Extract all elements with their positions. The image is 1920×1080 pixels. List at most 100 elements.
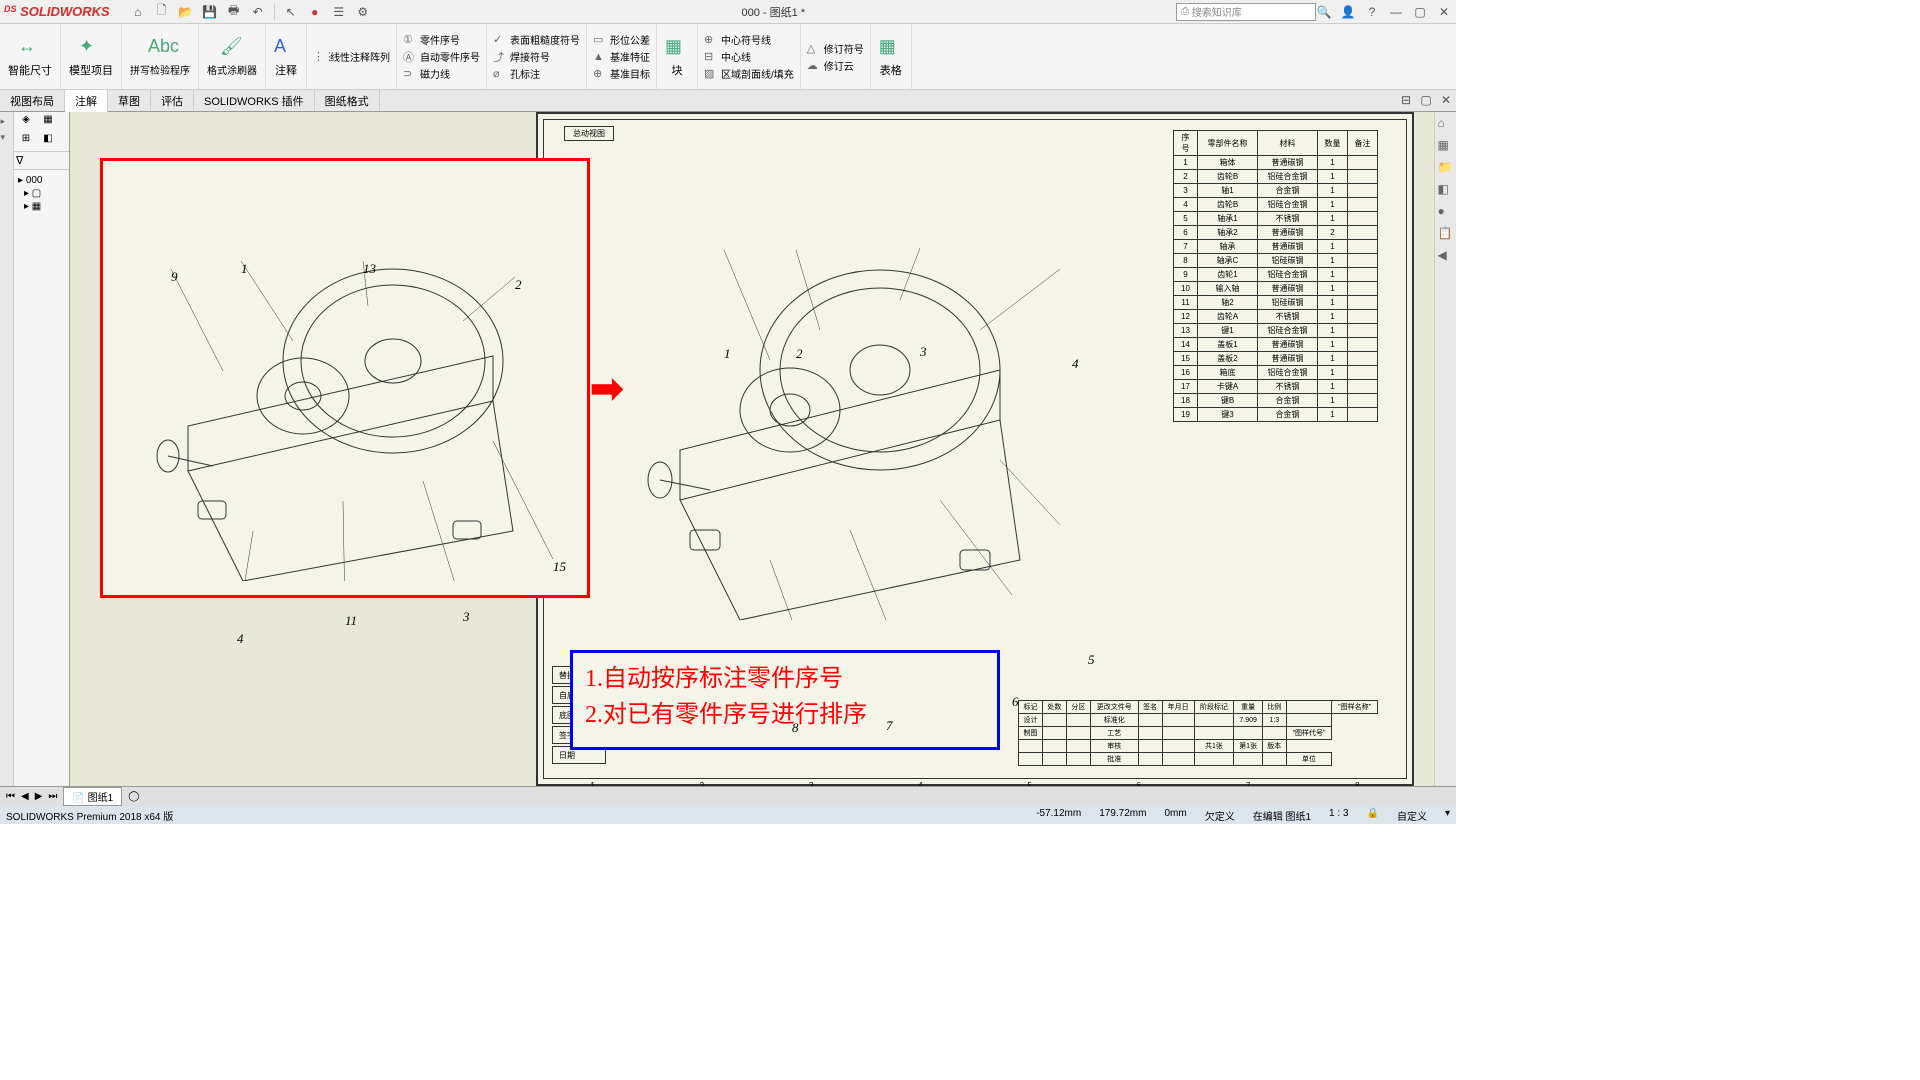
balloon[interactable]: 3	[463, 609, 470, 625]
forum-icon[interactable]: ◀	[1438, 248, 1454, 264]
next-sheet-icon[interactable]: ▶	[33, 791, 45, 802]
balloon[interactable]: 2	[515, 277, 522, 293]
format-painter-button[interactable]: 🖌格式涂刷器	[199, 24, 266, 89]
balloon[interactable]: 7	[886, 718, 893, 734]
tables-button[interactable]: ▦表格	[871, 24, 912, 89]
options-icon[interactable]: ☰	[331, 4, 347, 20]
expand-icon[interactable]: ⊟	[1398, 92, 1414, 108]
resources-icon[interactable]: ⌂	[1438, 116, 1454, 132]
restore-icon[interactable]: ▢	[1418, 92, 1434, 108]
fm-tab-2[interactable]: ▦	[38, 114, 58, 130]
fm-tab-3[interactable]: ⊞	[16, 133, 36, 149]
fm-tab-4[interactable]: ◧	[38, 133, 58, 149]
settings-icon[interactable]: ⚙	[355, 4, 371, 20]
drawing-view-left[interactable]	[133, 221, 563, 581]
balloon[interactable]: 4	[237, 631, 244, 647]
linear-pattern-button[interactable]: ⋮⋮线性注释阵列	[313, 49, 390, 64]
user-icon[interactable]: 👤	[1340, 4, 1356, 20]
palette-icon[interactable]: ◧	[1438, 182, 1454, 198]
filter-icon[interactable]: ▾	[1, 132, 13, 144]
title-block[interactable]: 标记处数分区更改文件号签名年月日阶段标记重量比例"图样名称"设计标准化7.909…	[1018, 700, 1378, 766]
revision-symbol-button[interactable]: △修订符号	[807, 41, 864, 56]
fm-tab-1[interactable]: ◈	[16, 114, 36, 130]
status-custom[interactable]: 自定义	[1397, 808, 1427, 823]
tab-annotation[interactable]: 注解	[65, 90, 108, 112]
note-button[interactable]: A注释	[266, 24, 307, 89]
prev-sheet-icon[interactable]: ◀	[19, 791, 31, 802]
balloon[interactable]: 8	[792, 720, 799, 736]
spell-check-button[interactable]: Abc拼写检验程序	[122, 24, 199, 89]
first-sheet-icon[interactable]: ⏮	[4, 791, 17, 802]
balloon[interactable]: 3	[920, 344, 927, 360]
tab-sketch[interactable]: 草图	[108, 90, 151, 111]
center-mark-button[interactable]: ⊕中心符号线	[704, 32, 794, 47]
status-lock-icon[interactable]: 🔒	[1367, 808, 1379, 823]
close-icon[interactable]: ✕	[1436, 4, 1452, 20]
status-bar: SOLIDWORKS Premium 2018 x64 版 -57.12mm 1…	[0, 806, 1456, 824]
search-input[interactable]: ⎙ 搜索知识库	[1176, 3, 1316, 21]
filter-icon[interactable]: ∇	[16, 155, 23, 167]
balloon[interactable]: 13	[363, 261, 376, 277]
home-icon[interactable]: ⌂	[130, 4, 146, 20]
tree-node-1[interactable]: ▸ ▢	[16, 187, 67, 200]
add-sheet-icon[interactable]: ◯	[122, 791, 145, 802]
auto-balloon-button[interactable]: Ⓐ自动零件序号	[403, 49, 480, 64]
datum-target-button[interactable]: ⊕基准目标	[593, 66, 650, 81]
save-icon[interactable]: 💾	[202, 4, 218, 20]
table-icon: ▦	[879, 36, 903, 60]
status-scale[interactable]: 1 : 3	[1329, 808, 1348, 823]
balloon[interactable]: 6	[1012, 694, 1019, 710]
tree-root[interactable]: ▸ 000	[16, 174, 67, 187]
balloon[interactable]: 1	[724, 346, 731, 362]
tab-view-layout[interactable]: 视图布局	[0, 90, 65, 111]
blocks-button[interactable]: ▦块	[657, 24, 698, 89]
tree-icon[interactable]: ▸	[1, 116, 13, 128]
select-icon[interactable]: ↖	[283, 4, 299, 20]
revision-cloud-button[interactable]: ☁修订云	[807, 58, 864, 73]
balloon[interactable]: 5	[1088, 652, 1095, 668]
undo-icon[interactable]: ↶	[250, 4, 266, 20]
smart-dimension-button[interactable]: ↔智能尺寸	[0, 24, 61, 89]
datum-feature-button[interactable]: ▲基准特征	[593, 49, 650, 64]
search-icon[interactable]: 🔍	[1316, 4, 1332, 20]
surface-finish-button[interactable]: ✓表面粗糙度符号	[493, 32, 580, 47]
balloon[interactable]: 15	[553, 559, 566, 575]
close-doc-icon[interactable]: ✕	[1438, 92, 1454, 108]
last-sheet-icon[interactable]: ⏭	[46, 791, 59, 802]
balloon[interactable]: 4	[1072, 356, 1079, 372]
tab-addins[interactable]: SOLIDWORKS 插件	[194, 90, 315, 111]
bom-table[interactable]: 序号零部件名称材料数量备注 1箱体普通碳钢12齿轮B铝硅合金钢13轴1合金钢14…	[1173, 130, 1378, 422]
balloon[interactable]: 11	[345, 613, 357, 629]
balloon[interactable]: 9	[171, 269, 178, 285]
area-hatch-button[interactable]: ▨区域剖面线/填充	[704, 66, 794, 81]
hole-callout-button[interactable]: ⌀孔标注	[493, 66, 580, 81]
surface-icon: ✓	[493, 33, 507, 47]
minimize-icon[interactable]: —	[1388, 4, 1404, 20]
tab-evaluate[interactable]: 评估	[151, 90, 194, 111]
sheet-tab-1[interactable]: 📄 图纸1	[63, 787, 122, 806]
library-icon[interactable]: ▦	[1438, 138, 1454, 154]
magnetic-line-button[interactable]: ⊃磁力线	[403, 66, 480, 81]
help-icon[interactable]: ?	[1364, 4, 1380, 20]
open-icon[interactable]: 📂	[178, 4, 194, 20]
tree-node-2[interactable]: ▸ ▦	[16, 200, 67, 213]
gtol-button[interactable]: ▭形位公差	[593, 32, 650, 47]
rebuild-icon[interactable]: ●	[307, 4, 323, 20]
properties-icon[interactable]: 📋	[1438, 226, 1454, 242]
drawing-view-right[interactable]	[620, 220, 1060, 620]
weld-symbol-button[interactable]: ⤴焊接符号	[493, 49, 580, 64]
maximize-icon[interactable]: ▢	[1412, 4, 1428, 20]
centerline-button[interactable]: ⊟中心线	[704, 49, 794, 64]
balloon[interactable]: 1	[241, 261, 248, 277]
appearance-icon[interactable]: ●	[1438, 204, 1454, 220]
print-icon[interactable]: 🖶	[226, 4, 242, 20]
ribbon: ↔智能尺寸 ✦模型项目 Abc拼写检验程序 🖌格式涂刷器 A注释 ⋮⋮线性注释阵…	[0, 24, 1456, 90]
tab-sheet-format[interactable]: 图纸格式	[315, 90, 380, 111]
explorer-icon[interactable]: 📁	[1438, 160, 1454, 176]
new-icon[interactable]: 🗋	[154, 4, 170, 20]
balloon[interactable]: 2	[796, 346, 803, 362]
drawing-canvas[interactable]: 🔍 ⊡ ↶ ◧ ▦ 👁 总动视图	[70, 112, 1434, 786]
balloon-button[interactable]: ①零件序号	[403, 32, 480, 47]
status-expand-icon[interactable]: ▾	[1445, 808, 1450, 823]
model-items-button[interactable]: ✦模型项目	[61, 24, 122, 89]
